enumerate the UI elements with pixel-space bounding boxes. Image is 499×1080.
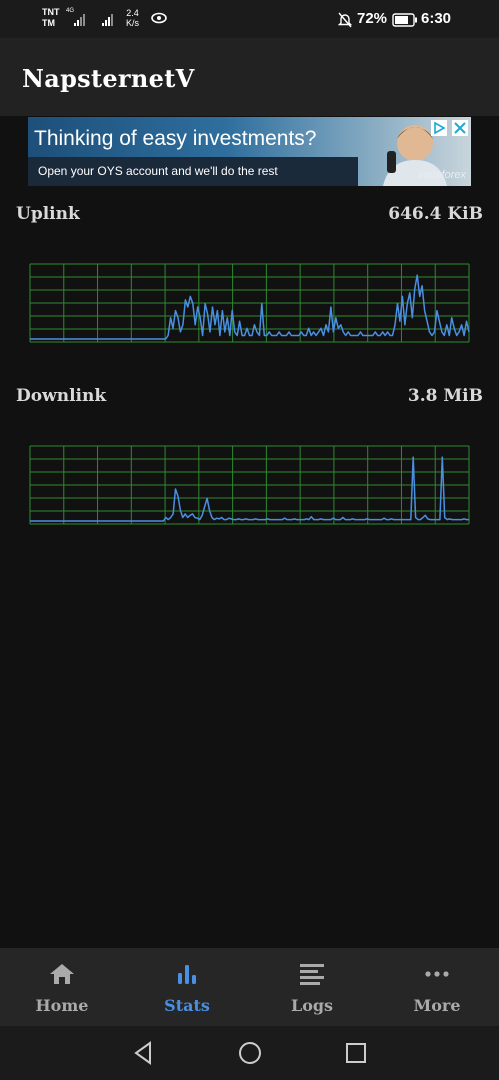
ad-body-strip: Open your OYS account and we'll do the r… — [28, 157, 358, 186]
status-bar: TNT TM 4G 2.4 K/s 72% 6:30 — [0, 0, 499, 38]
downlink-label: Downlink — [16, 386, 107, 406]
ad-choices-icon[interactable] — [431, 120, 447, 136]
nav-stats-label: Stats — [164, 996, 210, 1015]
battery-icon — [392, 13, 417, 27]
nav-home-label: Home — [35, 996, 89, 1015]
ad-brand: instaforex — [418, 169, 466, 181]
nav-home[interactable]: Home — [0, 948, 124, 1026]
home-circle-icon[interactable] — [237, 1040, 263, 1066]
battery-percent: 72% — [357, 10, 388, 27]
downlink-value: 3.8 MiB — [407, 386, 483, 406]
network-speed: 2.4 K/s — [126, 8, 140, 28]
ad-body-text: Open your OYS account and we'll do the r… — [38, 164, 278, 178]
ad-close-icon[interactable] — [452, 120, 468, 136]
uplink-value: 646.4 KiB — [388, 204, 483, 224]
downlink-chart — [29, 445, 470, 525]
clock: 6:30 — [421, 10, 452, 27]
recents-icon[interactable] — [343, 1040, 369, 1066]
signal-icon — [74, 12, 85, 26]
nav-stats[interactable]: Stats — [125, 948, 249, 1026]
ad-headline: Thinking of easy investments? — [34, 127, 317, 150]
uplink-chart — [29, 263, 470, 343]
back-icon[interactable] — [130, 1040, 156, 1066]
stats-icon — [178, 965, 196, 984]
signal-icon-2 — [102, 12, 113, 26]
ad-banner[interactable]: Thinking of easy investments? Open your … — [28, 117, 471, 186]
nav-logs-label: Logs — [290, 996, 334, 1015]
bottom-navigation: Home Stats Logs More — [0, 948, 499, 1026]
nav-more-label: More — [413, 996, 461, 1015]
more-icon — [425, 971, 449, 977]
logs-icon — [300, 964, 324, 985]
system-navigation — [0, 1026, 499, 1080]
uplink-label: Uplink — [16, 204, 80, 224]
carrier-label: TNT TM — [42, 7, 60, 28]
app-bar: NapsternetV — [0, 38, 499, 116]
network-type: 4G — [66, 8, 75, 14]
app-title: NapsternetV — [22, 64, 195, 93]
nav-more[interactable]: More — [375, 948, 499, 1026]
nav-logs[interactable]: Logs — [250, 948, 374, 1026]
bell-muted-icon — [338, 12, 352, 28]
home-icon — [50, 964, 74, 984]
eye-icon — [151, 12, 167, 24]
